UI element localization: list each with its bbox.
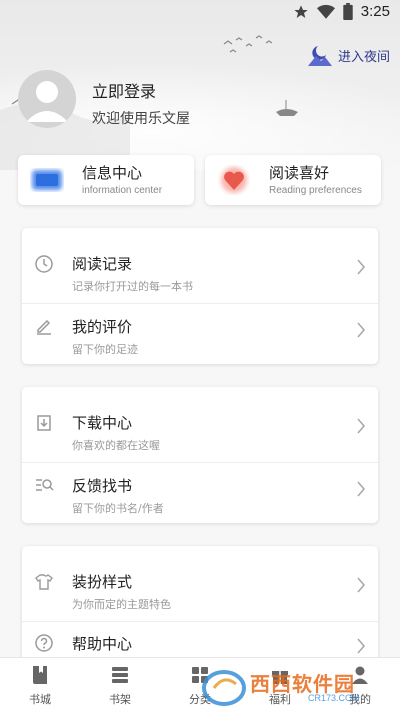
menu-item-title: 下载中心 xyxy=(72,414,133,432)
chevron-right-icon xyxy=(357,577,366,593)
menu-item-theme-style[interactable]: 装扮样式 为你而定的主题特色 xyxy=(22,546,378,621)
status-bar: 3:25 xyxy=(0,0,400,26)
menu-item-subtitle: 你喜欢的都在这喔 xyxy=(72,439,160,452)
menu-item-title: 阅读记录 xyxy=(72,255,133,273)
reading-preferences-card[interactable]: 阅读喜好 Reading preferences xyxy=(205,155,381,205)
chevron-right-icon xyxy=(357,322,366,338)
nav-item-bookstore[interactable]: 书城 xyxy=(0,658,80,711)
wifi-icon xyxy=(316,4,335,19)
nav-label: 书城 xyxy=(29,693,51,706)
menu-item-title: 我的评价 xyxy=(72,318,133,336)
menu-item-my-reviews[interactable]: 我的评价 留下你的足迹 xyxy=(22,303,378,364)
moon-mountain-icon xyxy=(307,46,332,66)
help-icon xyxy=(35,634,53,652)
heart-icon xyxy=(221,167,247,193)
status-time: 3:25 xyxy=(360,3,390,20)
nav-label: 书架 xyxy=(109,693,131,706)
book-icon xyxy=(33,666,47,684)
login-title[interactable]: 立即登录 xyxy=(92,78,156,102)
battery-icon xyxy=(343,3,353,20)
site-watermark: 西西软件园 CR173.COM xyxy=(200,664,400,711)
welcome-text: 欢迎使用乐文屋 xyxy=(92,111,190,127)
menu-item-title: 帮助中心 xyxy=(72,635,133,653)
info-center-card[interactable]: 信息中心 information center xyxy=(18,155,194,205)
menu-group-history: 阅读记录 记录你打开过的每一本书 我的评价 留下你的足迹 xyxy=(22,228,378,364)
night-mode-label: 进入夜间 xyxy=(337,49,390,65)
menu-item-title: 反馈找书 xyxy=(72,477,133,495)
avatar[interactable] xyxy=(18,70,76,128)
chevron-right-icon xyxy=(357,418,366,434)
menu-group-settings: 装扮样式 为你而定的主题特色 帮助中心 xyxy=(22,546,378,666)
watermark-subtext: CR173.COM xyxy=(308,693,360,703)
shirt-icon xyxy=(35,574,53,590)
info-center-title: 信息中心 xyxy=(82,164,143,182)
star-icon xyxy=(294,4,308,18)
download-icon xyxy=(37,415,51,431)
menu-item-subtitle: 记录你打开过的每一本书 xyxy=(72,280,193,293)
menu-group-downloads: 下载中心 你喜欢的都在这喔 反馈找书 留下你的书名/作者 xyxy=(22,387,378,523)
chevron-right-icon xyxy=(357,259,366,275)
menu-item-reading-history[interactable]: 阅读记录 记录你打开过的每一本书 xyxy=(22,228,378,303)
search-list-icon xyxy=(36,479,54,491)
reading-preferences-subtitle: Reading preferences xyxy=(269,185,362,196)
menu-item-subtitle: 留下你的足迹 xyxy=(72,343,138,356)
nav-item-bookshelf[interactable]: 书架 xyxy=(80,658,160,711)
chevron-right-icon xyxy=(357,481,366,497)
reading-preferences-title: 阅读喜好 xyxy=(269,164,330,182)
menu-item-title: 装扮样式 xyxy=(72,573,133,591)
info-center-subtitle: information center xyxy=(82,185,163,196)
shelf-icon xyxy=(112,667,128,683)
chevron-right-icon xyxy=(357,638,366,654)
default-avatar-icon xyxy=(26,81,68,122)
clock-icon xyxy=(35,255,53,273)
menu-item-download-center[interactable]: 下载中心 你喜欢的都在这喔 xyxy=(22,387,378,462)
night-mode-toggle[interactable]: 进入夜间 xyxy=(307,44,390,66)
menu-item-feedback-find-book[interactable]: 反馈找书 留下你的书名/作者 xyxy=(22,462,378,523)
menu-item-subtitle: 留下你的书名/作者 xyxy=(72,502,164,515)
message-icon xyxy=(32,170,62,190)
menu-item-subtitle: 为你而定的主题特色 xyxy=(72,598,171,611)
pen-icon xyxy=(37,319,51,335)
